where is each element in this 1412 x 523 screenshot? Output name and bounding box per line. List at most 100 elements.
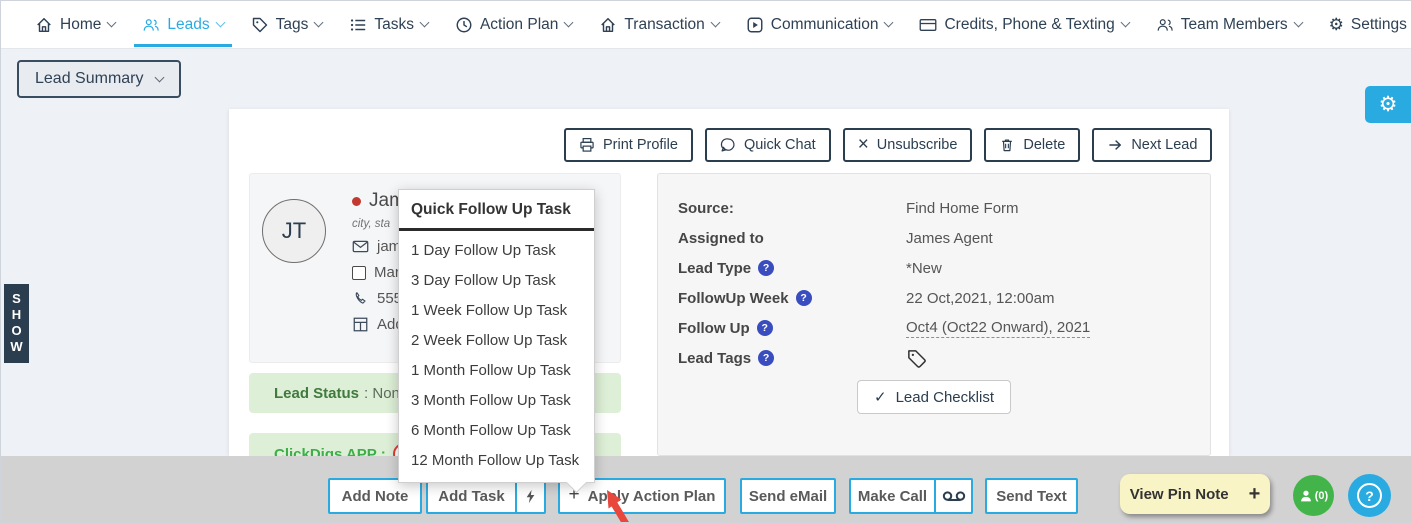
quick-chat-button[interactable]: Quick Chat — [705, 128, 831, 162]
person-icon — [1299, 489, 1313, 503]
detail-row-source: Source: Find Home Form — [678, 193, 1190, 223]
detail-label: Source: — [678, 200, 906, 217]
add-task-button[interactable]: Add Task — [428, 480, 515, 512]
play-box-icon — [746, 16, 764, 34]
delete-button[interactable]: Delete — [984, 128, 1080, 162]
profile-action-row: Print Profile Quick Chat × Unsubscribe D… — [564, 128, 1212, 162]
menu-item-2-week[interactable]: 2 Week Follow Up Task — [399, 326, 594, 356]
lead-tag-icon[interactable] — [906, 348, 927, 369]
menu-item-6-month[interactable]: 6 Month Follow Up Task — [399, 416, 594, 446]
detail-row-follow-up: Follow Up ? Oct4 (Oct22 Onward), 2021 — [678, 313, 1190, 343]
tasks-list-icon — [349, 16, 367, 34]
quick-task-lightning-button[interactable] — [517, 480, 544, 512]
menu-item-list: 1 Day Follow Up Task 3 Day Follow Up Tas… — [399, 231, 594, 482]
show-letter: O — [4, 323, 29, 339]
nav-item-transaction[interactable]: Transaction — [599, 16, 718, 34]
nav-item-tasks[interactable]: Tasks — [349, 16, 428, 34]
building-icon — [599, 16, 617, 34]
nav-item-leads[interactable]: Leads — [142, 16, 223, 34]
chevron-down-icon — [154, 72, 164, 82]
nav-item-credits-phone-texting[interactable]: Credits, Phone & Texting — [919, 16, 1128, 34]
add-note-button[interactable]: Add Note — [328, 478, 422, 514]
menu-item-3-month[interactable]: 3 Month Follow Up Task — [399, 386, 594, 416]
help-icon[interactable]: ? — [796, 290, 812, 306]
menu-item-3-day[interactable]: 3 Day Follow Up Task — [399, 266, 594, 296]
button-label: Lead Checklist — [896, 389, 994, 406]
lead-location: city, sta — [352, 218, 405, 230]
x-icon: × — [858, 135, 869, 154]
button-label: Print Profile — [603, 137, 678, 153]
gear-icon: ⚙ — [1329, 16, 1344, 33]
chevron-down-icon — [314, 18, 324, 28]
menu-item-1-week[interactable]: 1 Week Follow Up Task — [399, 296, 594, 326]
voicemail-button[interactable] — [936, 480, 971, 512]
nav-item-action-plan[interactable]: Action Plan — [455, 16, 572, 34]
nav-label: Transaction — [624, 16, 704, 34]
team-icon — [1156, 16, 1174, 34]
credit-card-icon — [919, 16, 937, 34]
print-profile-button[interactable]: Print Profile — [564, 128, 693, 162]
send-email-button[interactable]: Send eMail — [740, 478, 836, 514]
menu-item-1-day[interactable]: 1 Day Follow Up Task — [399, 236, 594, 266]
chevron-down-icon — [215, 18, 225, 28]
online-users-button[interactable]: (0) — [1293, 475, 1334, 516]
help-icon[interactable]: ? — [757, 320, 773, 336]
menu-item-1-month[interactable]: 1 Month Follow Up Task — [399, 356, 594, 386]
nav-item-team-members[interactable]: Team Members — [1156, 16, 1302, 34]
detail-row-lead-tags: Lead Tags ? — [678, 343, 1190, 373]
button-label: Make Call — [858, 488, 927, 505]
detail-row-followup-week: FollowUp Week ? 22 Oct,2021, 12:00am — [678, 283, 1190, 313]
plus-icon: + — [1249, 483, 1261, 506]
status-dot-icon — [352, 197, 361, 206]
checkbox[interactable] — [352, 266, 366, 280]
lead-phone-row: 555 — [352, 290, 405, 307]
chevron-down-icon — [884, 18, 894, 28]
lead-email-row: jam — [352, 238, 405, 255]
phone-icon — [352, 291, 369, 306]
make-call-button[interactable]: Make Call — [851, 480, 934, 512]
red-annotation-arrow — [599, 488, 633, 523]
detail-label: Follow Up ? — [678, 320, 906, 337]
unsubscribe-button[interactable]: × Unsubscribe — [843, 128, 973, 162]
help-button[interactable]: ? — [1348, 474, 1391, 517]
settings-gear-button[interactable]: ⚙ — [1365, 86, 1411, 123]
button-label: Add Task — [438, 488, 504, 505]
button-label: View Pin Note — [1130, 486, 1229, 503]
button-label: Quick Chat — [744, 137, 816, 153]
lead-checklist-button[interactable]: ✓ Lead Checklist — [857, 380, 1011, 414]
button-label: Send Text — [996, 488, 1067, 505]
detail-value: Find Home Form — [906, 200, 1019, 217]
nav-item-settings[interactable]: ⚙ Settings — [1329, 16, 1412, 34]
checkmark-icon: ✓ — [874, 388, 887, 406]
lead-summary-dropdown[interactable]: Lead Summary — [17, 60, 181, 98]
follow-up-date-link[interactable]: Oct4 (Oct22 Onward), 2021 — [906, 319, 1090, 338]
help-icon[interactable]: ? — [758, 260, 774, 276]
show-sidebar-tab[interactable]: S H O W — [4, 284, 29, 363]
detail-row-assigned-to: Assigned to James Agent — [678, 223, 1190, 253]
detail-value: *New — [906, 260, 942, 277]
nav-item-communication[interactable]: Communication — [746, 16, 893, 34]
nav-item-tags[interactable]: Tags — [251, 16, 323, 34]
button-label: Next Lead — [1131, 137, 1197, 153]
nav-label: Tasks — [374, 16, 414, 34]
help-icon[interactable]: ? — [758, 350, 774, 366]
leads-icon — [142, 16, 160, 34]
menu-title: Quick Follow Up Task — [399, 190, 594, 231]
make-call-button-group: Make Call — [849, 478, 973, 514]
bottom-action-bar: Add Note Add Task + Apply Action Plan Se… — [1, 456, 1412, 523]
menu-item-12-month[interactable]: 12 Month Follow Up Task — [399, 446, 594, 476]
arrow-right-icon — [1107, 137, 1123, 153]
view-pin-note-button[interactable]: View Pin Note + — [1120, 474, 1270, 514]
marital-label: Mar — [374, 264, 400, 281]
lightning-icon — [525, 489, 536, 504]
next-lead-button[interactable]: Next Lead — [1092, 128, 1212, 162]
show-letter: S — [4, 291, 29, 307]
nav-label: Communication — [771, 16, 879, 34]
nav-item-home[interactable]: Home — [35, 16, 115, 34]
avatar: JT — [262, 199, 326, 263]
nav-label: Settings — [1351, 16, 1407, 34]
lead-summary-label: Lead Summary — [35, 70, 144, 88]
chat-bubble-icon — [720, 137, 736, 153]
send-text-button[interactable]: Send Text — [985, 478, 1078, 514]
lead-details-panel: Source: Find Home Form Assigned to James… — [657, 173, 1211, 456]
